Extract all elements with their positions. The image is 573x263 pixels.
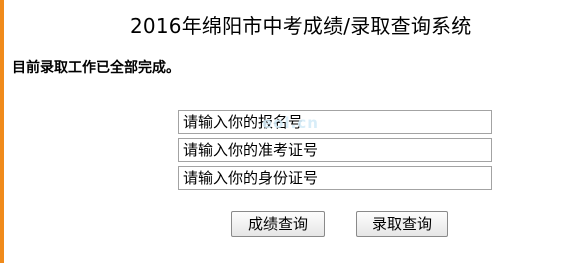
exam-ticket-number-input[interactable] [178,138,492,162]
status-message: 目前录取工作已全部完成。 [12,60,180,76]
query-page: 2016年绵阳市中考成绩/录取查询系统 目前录取工作已全部完成。 eol.cn … [0,0,573,263]
score-query-button[interactable]: 成绩查询 [231,211,325,237]
left-accent-bar [0,0,4,263]
id-number-input[interactable] [178,166,492,190]
admission-query-button[interactable]: 录取查询 [356,211,448,237]
registration-number-input[interactable] [178,110,492,134]
page-title: 2016年绵阳市中考成绩/录取查询系统 [130,14,472,38]
